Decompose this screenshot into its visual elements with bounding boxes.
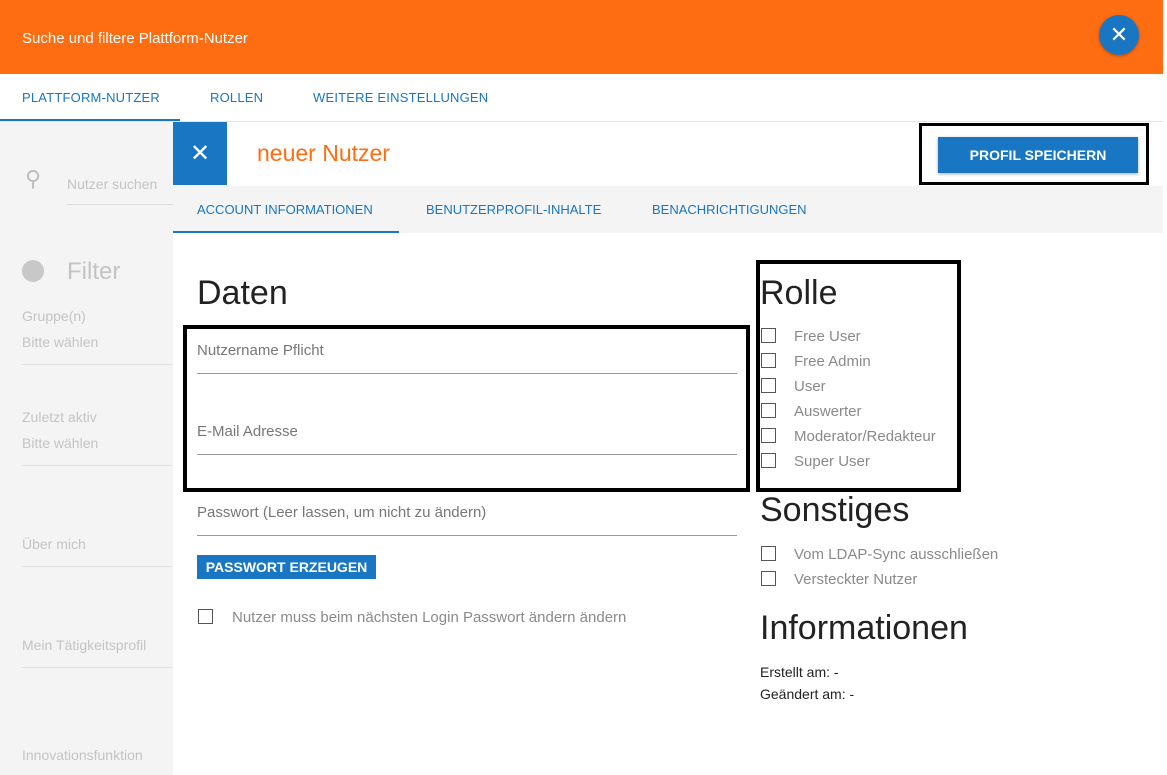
role-label: Auswerter	[794, 403, 862, 420]
filter-icon	[22, 260, 44, 282]
role-checkbox-free-admin[interactable]	[761, 353, 776, 368]
hidden-user-label: Versteckter Nutzer	[794, 571, 918, 588]
role-checkbox-moderator[interactable]	[761, 428, 776, 443]
search-icon: ⚲	[25, 166, 42, 191]
role-label: Free Admin	[794, 353, 871, 370]
filter-innovationsfunktion[interactable]: Innovationsfunktion	[22, 747, 172, 763]
role-label: Moderator/Redakteur	[794, 428, 936, 445]
hidden-user-checkbox[interactable]	[761, 571, 776, 586]
close-button[interactable]: ✕	[1099, 15, 1139, 55]
ldap-sync-label: Vom LDAP-Sync ausschließen	[794, 546, 999, 563]
filter-ueber-mich[interactable]: Über mich	[22, 536, 172, 567]
active-tab-indicator	[173, 231, 399, 233]
active-tab-indicator	[0, 119, 180, 121]
dialog-tabs: ACCOUNT INFORMATIONEN BENUTZERPROFIL-INH…	[173, 186, 1163, 233]
created-date: Erstellt am: -	[760, 664, 839, 680]
close-dialog-button[interactable]: ✕	[173, 122, 227, 185]
close-icon: ✕	[189, 140, 211, 167]
filter-label: Über mich	[22, 536, 86, 552]
role-checkbox-super-user[interactable]	[761, 453, 776, 468]
close-icon: ✕	[1109, 22, 1129, 47]
filter-value: Bitte wählen	[22, 334, 99, 350]
section-daten-title: Daten	[197, 274, 288, 312]
section-rolle-title: Rolle	[760, 274, 838, 312]
role-label: Super User	[794, 453, 870, 470]
username-field[interactable]: Nutzername Pflicht	[197, 342, 737, 374]
generate-password-button[interactable]: PASSWORT ERZEUGEN	[197, 555, 376, 579]
role-checkbox-user[interactable]	[761, 378, 776, 393]
tab-plattform-nutzer[interactable]: PLATTFORM-NUTZER	[22, 90, 160, 105]
new-user-dialog: ✕ neuer Nutzer PROFIL SPEICHERN ACCOUNT …	[173, 122, 1163, 775]
role-label: User	[794, 378, 826, 395]
role-checkbox-auswerter[interactable]	[761, 403, 776, 418]
save-highlight-box: PROFIL SPEICHERN	[919, 123, 1149, 185]
app-header: Suche und filtere Plattform-Nutzer ✕	[0, 0, 1163, 74]
tab-weitere-einstellungen[interactable]: WEITERE EINSTELLUNGEN	[313, 90, 488, 105]
tab-account-informationen[interactable]: ACCOUNT INFORMATIONEN	[197, 202, 373, 217]
section-informationen-title: Informationen	[760, 609, 968, 647]
filter-value: Bitte wählen	[22, 435, 99, 451]
ldap-sync-checkbox[interactable]	[761, 546, 776, 561]
filter-zuletzt-aktiv[interactable]: Zuletzt aktiv Bitte wählen	[22, 409, 172, 466]
password-field[interactable]: Passwort (Leer lassen, um nicht zu änder…	[197, 504, 737, 536]
email-field[interactable]: E-Mail Adresse	[197, 423, 737, 455]
filter-taetigkeitsprofil[interactable]: Mein Tätigkeitsprofil	[22, 637, 172, 668]
filter-title: Filter	[67, 258, 121, 285]
tab-rollen[interactable]: ROLLEN	[210, 90, 263, 105]
dialog-title: neuer Nutzer	[257, 140, 390, 166]
filter-label: Gruppe(n)	[22, 308, 86, 324]
tab-benachrichtigungen[interactable]: BENACHRICHTIGUNGEN	[652, 202, 807, 217]
search-input[interactable]: Nutzer suchen	[67, 176, 177, 205]
role-label: Free User	[794, 328, 861, 345]
filter-label: Innovationsfunktion	[22, 747, 143, 763]
section-sonstiges-title: Sonstiges	[760, 491, 910, 529]
filter-gruppen[interactable]: Gruppe(n) Bitte wählen	[22, 308, 172, 365]
main-tabs: PLATTFORM-NUTZER ROLLEN WEITERE EINSTELL…	[0, 74, 1163, 122]
filter-label: Zuletzt aktiv	[22, 409, 97, 425]
save-profile-button[interactable]: PROFIL SPEICHERN	[938, 137, 1138, 173]
must-change-password-checkbox[interactable]	[198, 609, 213, 624]
changed-date: Geändert am: -	[760, 686, 855, 702]
filter-sidebar: ⚲ Nutzer suchen Filter Gruppe(n) Bitte w…	[0, 122, 177, 775]
tab-benutzerprofil-inhalte[interactable]: BENUTZERPROFIL-INHALTE	[426, 202, 601, 217]
must-change-password-label: Nutzer muss beim nächsten Login Passwort…	[232, 609, 627, 626]
role-checkbox-free-user[interactable]	[761, 328, 776, 343]
filter-label: Mein Tätigkeitsprofil	[22, 637, 147, 653]
page-title: Suche und filtere Plattform-Nutzer	[22, 30, 248, 47]
